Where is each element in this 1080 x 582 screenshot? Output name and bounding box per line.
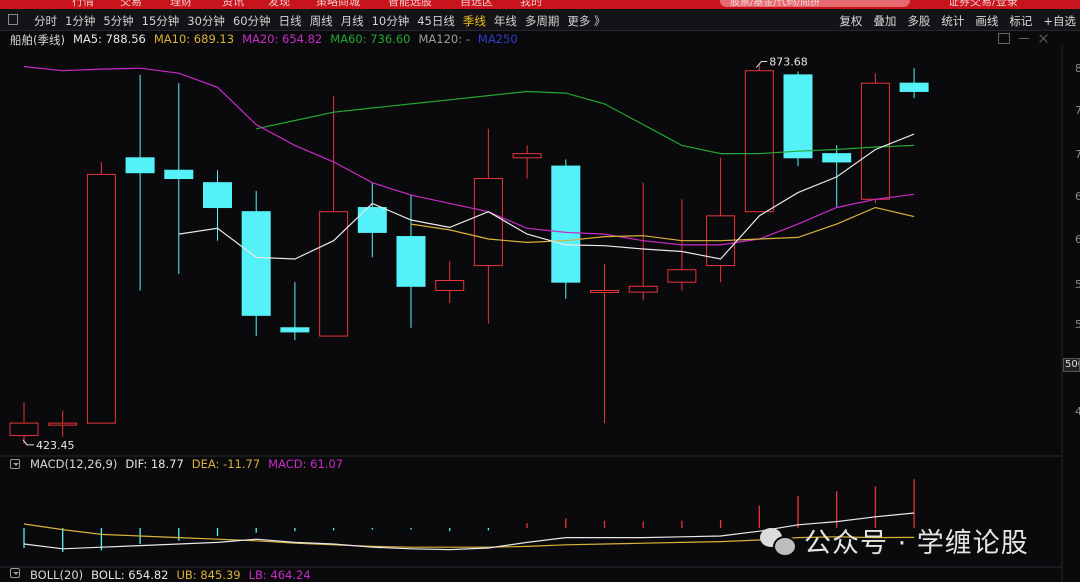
panel-controls: [998, 33, 1050, 44]
y-tick-label: 8: [1075, 62, 1080, 75]
minimize-icon[interactable]: [1018, 33, 1030, 44]
current-price-tag: 500: [1063, 358, 1080, 372]
lb-value: LB: 464.24: [248, 568, 311, 582]
dea-value: DEA: -11.77: [191, 457, 261, 471]
y-tick-label: 5: [1075, 278, 1080, 291]
macd-value: MACD: 61.07: [268, 457, 344, 471]
watermark-text: 公众号 · 学缠论股: [804, 528, 1029, 559]
ma120-value: MA120: -: [418, 32, 470, 46]
moving-average-lines: [23, 66, 915, 260]
candle-up: [86, 173, 116, 424]
candle-down: [822, 153, 852, 163]
candle-up: [48, 422, 78, 426]
ub-value: UB: 845.39: [176, 568, 241, 582]
candle-up: [590, 289, 619, 293]
symbol-label[interactable]: 船舶(季线): [10, 32, 65, 47]
chart-grid: [0, 46, 1063, 582]
candle-up: [860, 82, 890, 200]
indicator-dropdown-icon[interactable]: [10, 459, 20, 469]
candle-up: [9, 422, 39, 437]
candle-up: [667, 269, 697, 283]
ma10-value: MA10: 689.13: [153, 32, 235, 46]
y-tick-label: 6: [1075, 190, 1080, 203]
high-price-label: 873.68: [769, 56, 808, 69]
watermark: 公众号 · 学缠论股: [760, 521, 1029, 560]
candle-up: [435, 280, 465, 291]
candle-down: [357, 207, 387, 233]
settings-square-icon[interactable]: [998, 33, 1010, 44]
y-tick-label: 6: [1075, 233, 1080, 246]
candlesticks: [9, 63, 929, 444]
candle-down: [125, 157, 155, 174]
y-tick-label: 7: [1075, 104, 1080, 117]
boll-name[interactable]: BOLL(20): [30, 568, 83, 582]
candle-down: [899, 82, 929, 92]
ma250-value: MA250: [477, 32, 518, 46]
candle-down: [164, 169, 194, 180]
candle-up: [512, 153, 542, 159]
candle-down: [551, 165, 581, 283]
y-tick-label: 5: [1075, 318, 1080, 331]
boll-legend: BOLL(20) BOLL: 654.82 UB: 845.39 LB: 464…: [10, 568, 311, 582]
candle-up: [744, 70, 774, 213]
candle-down: [396, 236, 426, 287]
macd-legend: MACD(12,26,9) DIF: 18.77 DEA: -11.77 MAC…: [10, 457, 343, 471]
candle-up: [319, 211, 349, 337]
y-tick-label: 4: [1075, 405, 1080, 418]
ma60-value: MA60: 736.60: [330, 32, 411, 46]
boll-value: BOLL: 654.82: [91, 568, 169, 582]
low-pointer: [22, 439, 34, 446]
high-pointer: [755, 61, 768, 68]
kline-chart[interactable]: 873.68 423.45 5 4 5 6 6 7 7 8: [0, 0, 1080, 582]
ma20-value: MA20: 654.82: [242, 32, 323, 46]
low-price-label: 423.45: [36, 439, 75, 452]
candle-down: [241, 211, 271, 316]
ma5-value: MA5: 788.56: [72, 32, 146, 46]
candle-down: [280, 327, 310, 333]
candle-down: [783, 74, 813, 159]
indicator-dropdown-icon[interactable]: [10, 568, 20, 578]
candle-up: [473, 178, 503, 267]
ma60-line: [256, 90, 915, 155]
main-legend: 船舶(季线) MA5: 788.56 MA10: 689.13 MA20: 65…: [10, 32, 518, 47]
ma20-line: [23, 66, 915, 246]
dif-value: DIF: 18.77: [125, 457, 184, 471]
y-tick-label: 7: [1075, 148, 1080, 161]
wechat-icon: [760, 526, 797, 557]
candle-down: [203, 182, 232, 209]
close-icon[interactable]: [1038, 33, 1050, 44]
candle-up: [628, 285, 658, 293]
macd-name[interactable]: MACD(12,26,9): [30, 457, 117, 471]
